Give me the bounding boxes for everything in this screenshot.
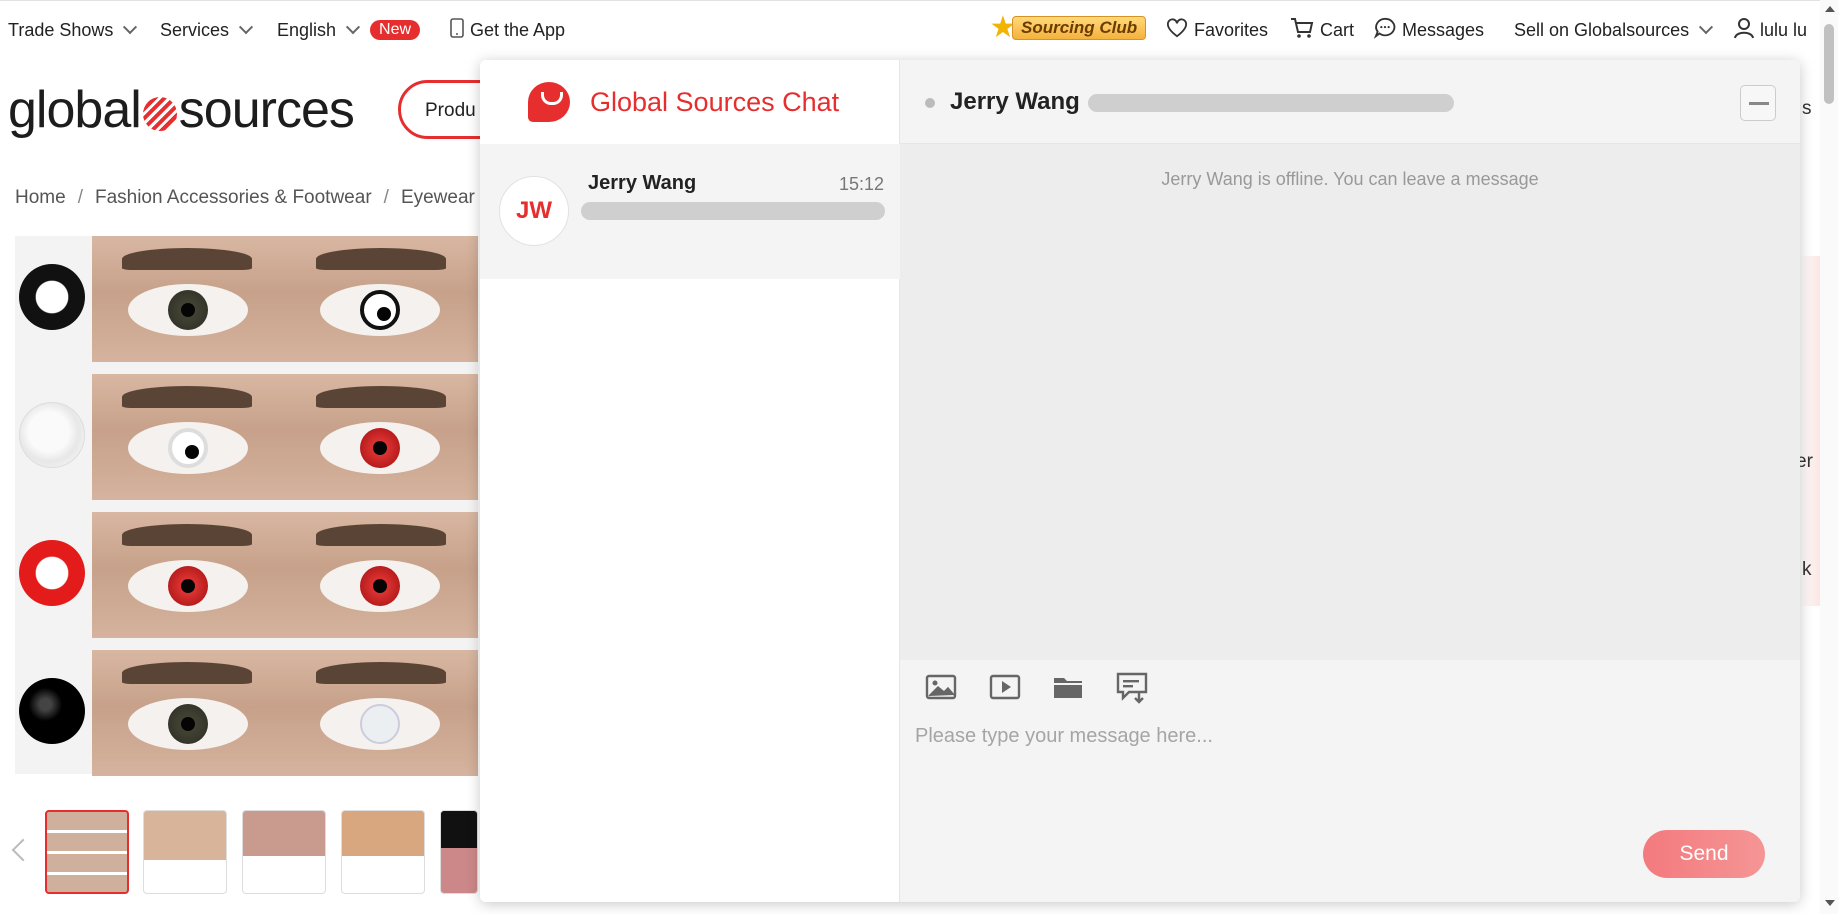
nav-trade-shows-label: Trade Shows [8, 19, 114, 40]
lens-black-ring-swatch [19, 264, 85, 330]
quote-request-icon[interactable] [1115, 670, 1149, 704]
minimize-button[interactable] [1740, 85, 1776, 121]
lens-variant-row [15, 236, 478, 362]
logo-text-right: sources [178, 81, 355, 139]
breadcrumb-category[interactable]: Fashion Accessories & Footwear [95, 187, 372, 209]
chat-conversation-list: Global Sources Chat JW Jerry Wang 15:12 [480, 60, 900, 902]
eyes-photo [92, 512, 478, 638]
nav-sell-label: Sell on Globalsources [1514, 19, 1690, 40]
nav-sell[interactable]: Sell on Globalsources [1514, 18, 1714, 42]
lens-variant-row [15, 650, 478, 776]
lens-black-swatch [19, 678, 85, 744]
breadcrumb-subcategory[interactable]: Eyewear [401, 187, 475, 209]
top-nav: Trade Shows Services English New Get the… [0, 0, 1838, 58]
chevron-down-icon [1699, 20, 1714, 35]
heart-icon [1166, 17, 1188, 43]
chat-bubble-icon [1373, 17, 1396, 44]
lens-variant-row [15, 512, 478, 638]
lens-variant-row [15, 374, 478, 500]
logo-text-left: global [8, 81, 142, 139]
search-category-label: Produ [425, 100, 476, 121]
thumbnail-3[interactable] [242, 810, 326, 894]
new-badge: New [370, 20, 421, 40]
conversation-preview-redacted [581, 202, 885, 220]
offline-status-dot [925, 98, 935, 108]
nav-favorites-label: Favorites [1194, 19, 1269, 40]
nav-services[interactable]: Services [160, 18, 254, 42]
nav-trade-shows[interactable]: Trade Shows [8, 18, 138, 42]
page-scrollbar[interactable] [1820, 0, 1838, 914]
avatar: JW [499, 176, 569, 246]
eyes-photo [92, 650, 478, 776]
breadcrumb: Home / Fashion Accessories & Footwear / … [15, 187, 475, 209]
sourcing-club-label: Sourcing Club [1012, 16, 1147, 40]
video-upload-icon[interactable] [988, 670, 1022, 704]
nav-user-label: lulu lu [1760, 19, 1808, 40]
chevron-down-icon [345, 20, 361, 35]
conversation-time: 15:12 [838, 174, 884, 194]
chat-panel: Global Sources Chat JW Jerry Wang 15:12 … [480, 60, 1800, 902]
nav-messages-label: Messages [1402, 19, 1485, 40]
global-sources-logo[interactable]: global sources [8, 80, 355, 140]
chat-logo-icon [528, 82, 570, 122]
chat-thread: Jerry Wang Jerry Wang is offline. You ca… [900, 60, 1800, 902]
eyes-photo [92, 374, 478, 500]
thumbnail-strip [11, 810, 478, 900]
chevron-down-icon [123, 20, 138, 35]
scrollbar-thumb[interactable] [1824, 24, 1834, 104]
breadcrumb-separator: / [383, 187, 389, 208]
nav-user[interactable]: lulu lu [1734, 17, 1808, 44]
contact-company-redacted [1088, 94, 1454, 112]
sourcing-club-link[interactable]: ★ Sourcing Club [988, 13, 1147, 43]
breadcrumb-home[interactable]: Home [15, 187, 66, 209]
chat-contact-name: Jerry Wang [950, 88, 1080, 115]
scroll-up-arrow-icon[interactable] [1825, 6, 1835, 12]
chat-brand-header: Global Sources Chat [480, 60, 900, 144]
page-edge-banner [1800, 256, 1820, 606]
edge-text-fragment: k [1802, 559, 1812, 580]
nav-cart[interactable]: Cart [1290, 17, 1355, 44]
cart-icon [1290, 17, 1314, 44]
conversation-item[interactable]: JW Jerry Wang 15:12 [480, 144, 900, 279]
nav-language-label: English [277, 19, 337, 40]
thumbnail-4[interactable] [341, 810, 425, 894]
thumbnail-5[interactable] [440, 810, 478, 894]
message-composer: Send [900, 660, 1800, 902]
message-input[interactable] [915, 725, 1775, 835]
folder-icon[interactable] [1051, 670, 1085, 704]
nav-get-app-label: Get the App [470, 19, 566, 40]
breadcrumb-separator: / [77, 187, 83, 208]
conversation-name: Jerry Wang [588, 172, 697, 194]
user-icon [1734, 17, 1754, 44]
chat-thread-header: Jerry Wang [900, 60, 1800, 144]
chevron-down-icon [238, 20, 254, 35]
thumbnail-1[interactable] [45, 810, 129, 894]
edge-text-fragment: s [1802, 98, 1812, 119]
nav-services-label: Services [160, 19, 230, 40]
lens-red-ring-swatch [19, 540, 85, 606]
thumbnail-2[interactable] [143, 810, 227, 894]
offline-notice: Jerry Wang is offline. You can leave a m… [1161, 169, 1539, 189]
scroll-down-arrow-icon[interactable] [1825, 900, 1835, 906]
nav-messages[interactable]: Messages [1373, 17, 1485, 44]
nav-favorites[interactable]: Favorites [1166, 17, 1269, 43]
image-upload-icon[interactable] [924, 670, 958, 704]
eyes-photo [92, 236, 478, 362]
product-main-image[interactable] [15, 236, 478, 776]
nav-language[interactable]: English New [277, 18, 421, 42]
send-button[interactable]: Send [1643, 830, 1765, 878]
phone-icon [450, 17, 464, 43]
logo-mark-icon [142, 97, 177, 131]
lens-white-swatch [19, 402, 85, 468]
chat-brand-title: Global Sources Chat [590, 86, 840, 117]
nav-get-app[interactable]: Get the App [450, 17, 566, 43]
nav-cart-label: Cart [1320, 19, 1355, 40]
chevron-left-icon[interactable] [11, 838, 35, 862]
